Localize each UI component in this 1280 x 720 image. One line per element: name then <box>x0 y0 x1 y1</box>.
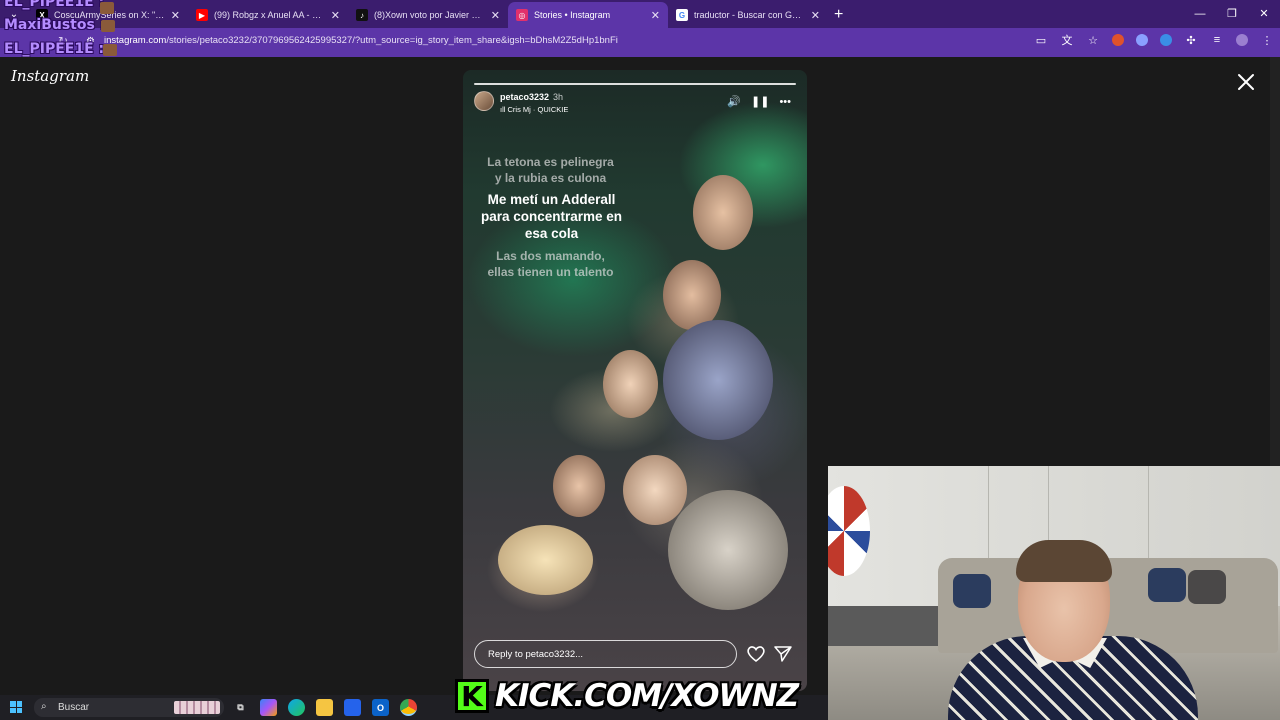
close-tab-icon[interactable]: ✕ <box>491 9 500 22</box>
tab-title: (99) Robgz x Anuel AA - LHNA <box>214 10 325 20</box>
restore-icon[interactable]: ❐ <box>1216 0 1248 28</box>
media-icon[interactable]: ≡ <box>1210 33 1224 47</box>
close-tab-icon[interactable]: ✕ <box>331 9 340 22</box>
webcam-pillow <box>953 574 991 608</box>
avatar[interactable] <box>474 91 494 111</box>
kick-url: KICK.COM/XOWNZ <box>495 678 799 714</box>
close-icon[interactable] <box>1236 72 1256 92</box>
tab-2[interactable]: ♪ (8)Xown voto por Javier Milei # ✕ <box>348 2 508 28</box>
extension-icon[interactable] <box>1136 34 1148 46</box>
taskbar-apps: ⧉ O <box>232 699 417 716</box>
window-controls: — ❐ ✕ <box>1184 0 1280 28</box>
edge-icon[interactable] <box>288 699 305 716</box>
webcam-overlay <box>828 466 1280 720</box>
volume-icon[interactable]: 🔊 <box>727 95 741 108</box>
tab-title: Stories • Instagram <box>534 10 611 20</box>
lyric-line: Me metí un Adderall <box>487 192 616 207</box>
more-options-icon[interactable]: ••• <box>779 96 791 108</box>
tab-1[interactable]: ▶ (99) Robgz x Anuel AA - LHNA ✕ <box>188 2 348 28</box>
close-window-icon[interactable]: ✕ <box>1248 0 1280 28</box>
lyric-line: La tetona es pelinegra <box>487 155 614 169</box>
chat-emote <box>103 44 117 56</box>
kick-banner: K KICK.COM/XOWNZ <box>455 677 799 715</box>
address-bar-row: ← → ↻ ⚙ instagram.com/stories/petaco3232… <box>0 28 1280 57</box>
task-view-icon[interactable]: ⧉ <box>232 699 249 716</box>
store-icon[interactable] <box>344 699 361 716</box>
lyric-line: ellas tienen un talento <box>487 265 614 279</box>
file-explorer-icon[interactable] <box>316 699 333 716</box>
music-bars-icon: ıll <box>500 105 508 114</box>
story-photo-face <box>498 525 593 595</box>
webcam-streamer-hair <box>1016 540 1112 582</box>
chat-emote <box>100 2 114 14</box>
kick-logo: K <box>455 679 489 713</box>
tiktok-icon: ♪ <box>356 9 368 21</box>
story-viewer[interactable]: petaco3232 3h ıll Cris Mj · QUICKIE 🔊 ❚❚… <box>463 70 807 691</box>
instagram-icon: ◎ <box>516 9 528 21</box>
google-icon: G <box>676 9 688 21</box>
story-photo-face <box>623 455 687 525</box>
webcam-pillow <box>1188 570 1226 604</box>
more-menu-icon[interactable]: ⋮ <box>1260 33 1274 47</box>
close-tab-icon[interactable]: ✕ <box>171 9 180 22</box>
search-icon: ⌕ <box>41 701 47 712</box>
new-tab-button[interactable]: + <box>834 2 843 28</box>
send-icon[interactable] <box>774 645 792 663</box>
search-highlight-image <box>174 701 220 714</box>
story-username[interactable]: petaco3232 <box>500 92 549 102</box>
heart-icon[interactable] <box>746 645 766 663</box>
chat-username: EL_PIPEE1E : <box>4 41 105 57</box>
windows-start-icon[interactable] <box>10 701 22 713</box>
tab-3[interactable]: ◎ Stories • Instagram ✕ <box>508 2 668 28</box>
story-music-label: Cris Mj · QUICKIE <box>507 105 569 114</box>
chat-username: EL_PIPEE1E : <box>4 0 105 10</box>
chat-username: MaxiBustos : <box>4 17 106 33</box>
lyric-line: Las dos mamando, <box>496 249 605 263</box>
translate-icon[interactable]: 文 <box>1060 33 1074 47</box>
extension-icon[interactable] <box>1112 34 1124 46</box>
url-path: /stories/petaco3232/3707969562425995327/… <box>166 35 618 46</box>
lyric-line: y la rubia es culona <box>494 171 607 185</box>
story-photo-face <box>693 175 753 250</box>
story-photo-dress <box>663 320 773 440</box>
tab-title: (8)Xown voto por Javier Milei # <box>374 10 485 20</box>
toolbar-icons: ▭ 文 ☆ ✣ ≡ ⋮ <box>1034 33 1274 47</box>
youtube-icon: ▶ <box>196 9 208 21</box>
pause-icon[interactable]: ❚❚ <box>751 95 769 108</box>
close-tab-icon[interactable]: ✕ <box>811 9 820 22</box>
story-photo-jacket <box>668 490 788 610</box>
profile-avatar[interactable] <box>1236 34 1248 46</box>
webcam-table <box>828 606 948 646</box>
extension-icon[interactable] <box>1160 34 1172 46</box>
bookmark-star-icon[interactable]: ☆ <box>1086 33 1100 47</box>
extensions-puzzle-icon[interactable]: ✣ <box>1184 33 1198 47</box>
browser-tabstrip: ⌄ X CoscuArmySeries on X: "gucci c ✕ ▶ (… <box>0 0 1280 28</box>
chat-emote <box>101 20 115 32</box>
taskbar-search[interactable]: ⌕ Buscar <box>34 698 224 717</box>
copilot-icon[interactable] <box>260 699 277 716</box>
lyric-line: esa cola <box>524 226 579 241</box>
tab-title: traductor - Buscar con Google <box>694 10 805 20</box>
tab-4[interactable]: G traductor - Buscar con Google ✕ <box>668 2 828 28</box>
url-field[interactable]: instagram.com/stories/petaco3232/3707969… <box>104 35 618 46</box>
minimize-icon[interactable]: — <box>1184 0 1216 28</box>
lyric-line: para concentrarme en <box>480 209 623 224</box>
cast-icon[interactable]: ▭ <box>1034 33 1048 47</box>
story-progress-bar <box>474 83 796 85</box>
story-time: 3h <box>553 92 564 102</box>
instagram-logo[interactable]: Instagram <box>11 67 89 85</box>
story-music[interactable]: ıll Cris Mj · QUICKIE <box>500 105 568 114</box>
close-tab-icon[interactable]: ✕ <box>651 9 660 22</box>
story-photo-face <box>603 350 658 418</box>
outlook-icon[interactable]: O <box>372 699 389 716</box>
story-controls: 🔊 ❚❚ ••• <box>727 95 791 109</box>
search-label: Buscar <box>58 702 90 713</box>
story-photo-face <box>553 455 605 517</box>
webcam-pillow <box>1148 568 1186 602</box>
chrome-icon[interactable] <box>400 699 417 716</box>
reply-input[interactable]: Reply to petaco3232... <box>474 640 737 668</box>
